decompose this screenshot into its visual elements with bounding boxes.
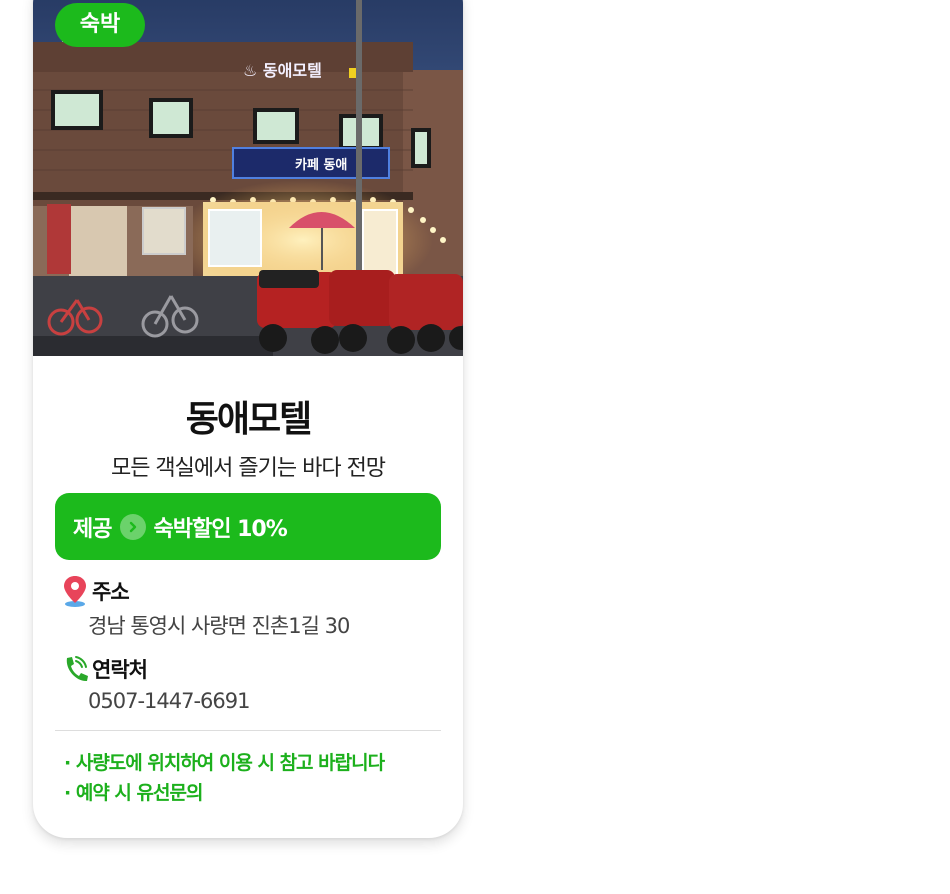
chevron-right-icon xyxy=(120,513,147,540)
note-item: · 사량도에 위치하여 이용 시 참고 바랍니다 xyxy=(64,752,385,774)
lodging-name: 동애모텔 xyxy=(185,399,312,440)
lodging-photo: ♨ 동애모텔 카페 동애 xyxy=(33,0,463,356)
address-value: 경남 통영시 사량면 진촌1길 30 xyxy=(88,614,350,638)
address-label: 주소 xyxy=(92,580,130,604)
category-badge: 숙박 xyxy=(55,3,145,47)
offer-text: 숙박할인 10% xyxy=(153,516,287,542)
contact-label: 연락처 xyxy=(92,658,148,682)
address-header: 주소 xyxy=(60,574,130,608)
phone-icon xyxy=(60,652,90,686)
lodging-tagline: 모든 객실에서 즐기는 바다 전망 xyxy=(110,456,386,481)
location-pin-icon xyxy=(60,574,90,608)
offer-label: 제공 xyxy=(73,516,112,542)
contact-header: 연락처 xyxy=(60,652,148,686)
note-item: · 예약 시 유선문의 xyxy=(64,782,203,804)
notes-list: · 사량도에 위치하여 이용 시 참고 바랍니다 · 예약 시 유선문의 xyxy=(64,748,385,808)
divider xyxy=(55,730,441,731)
offer-banner[interactable]: 제공 숙박할인 10% xyxy=(55,493,441,560)
neon-sign: ♨ 동애모텔 xyxy=(243,61,322,80)
svg-text:카페 동애: 카페 동애 xyxy=(295,157,347,173)
contact-value[interactable]: 0507-1447-6691 xyxy=(88,689,250,713)
lodging-card[interactable]: ♨ 동애모텔 카페 동애 숙박 동애모텔 모든 객실에서 즐기는 바다 전망 제… xyxy=(33,0,463,838)
